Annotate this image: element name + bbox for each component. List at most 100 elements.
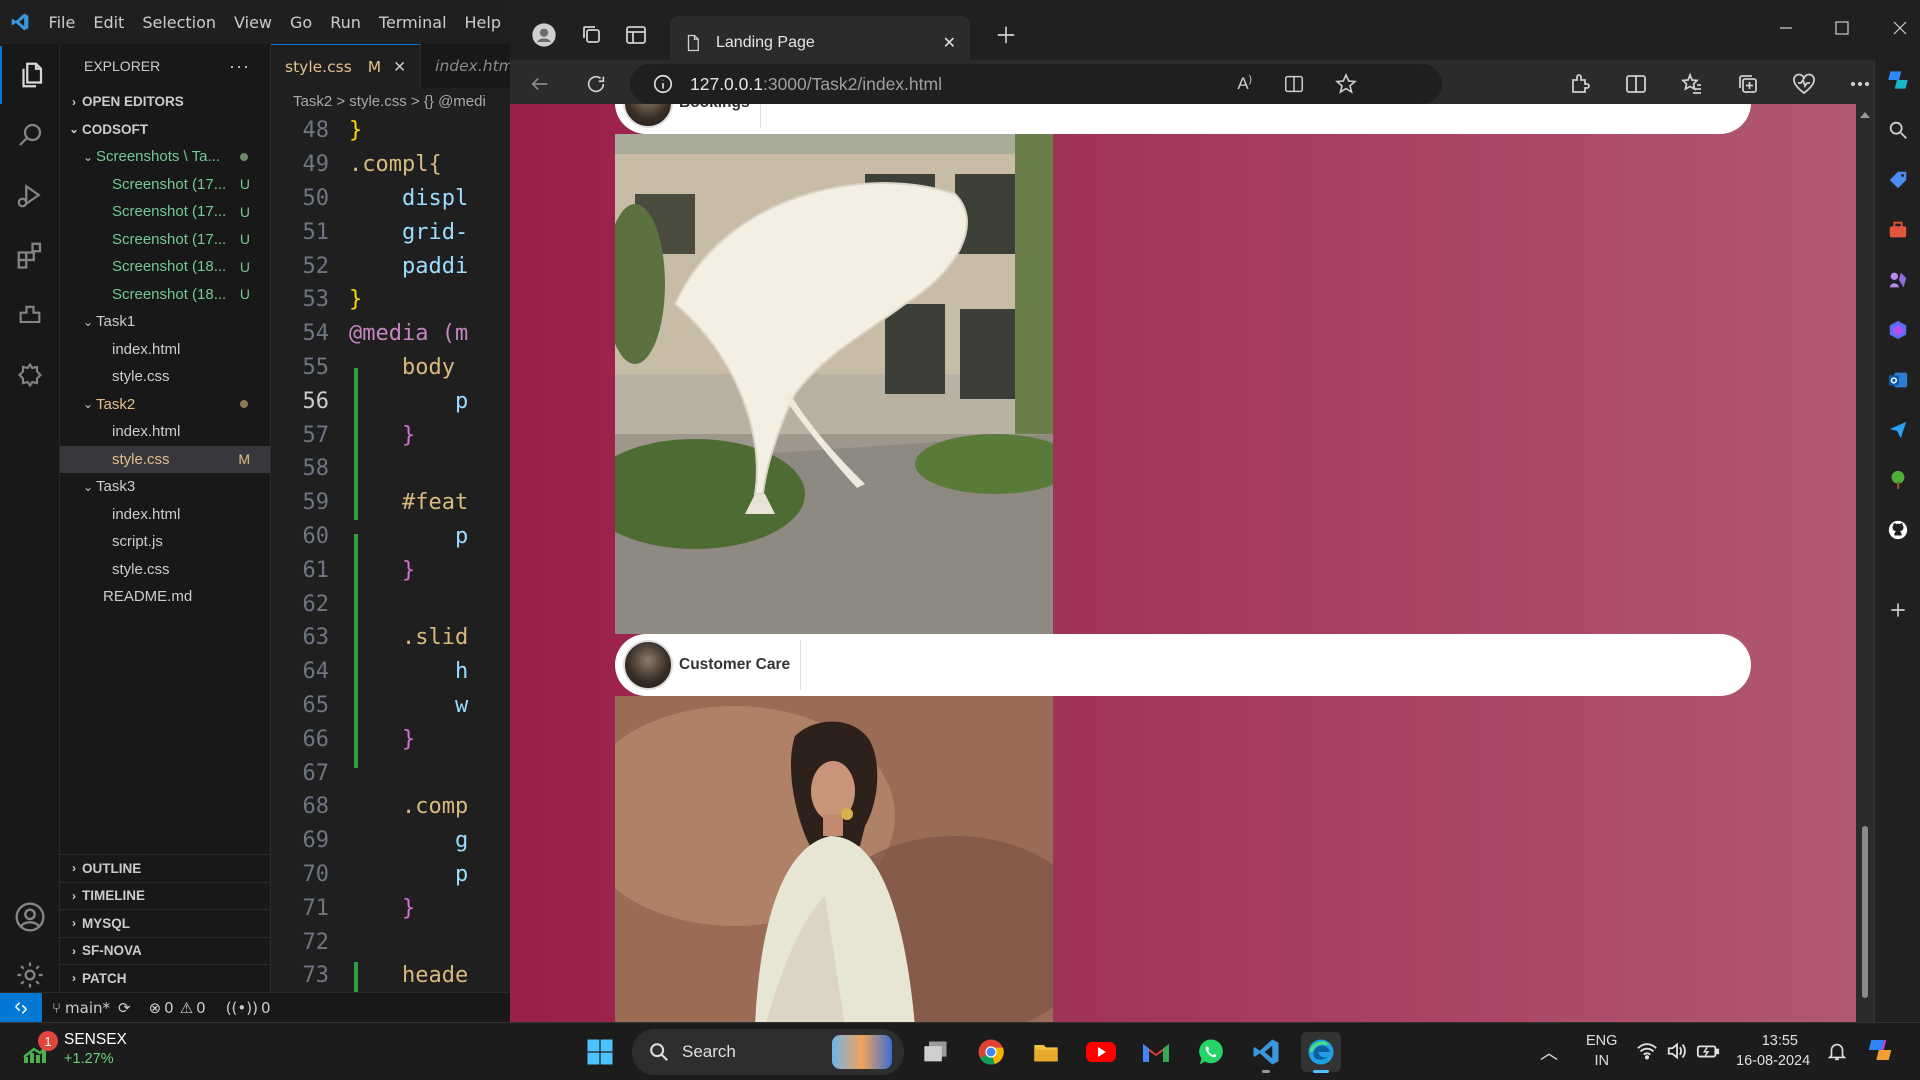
codsoft-root[interactable]: ⌄ CODSOFT <box>60 116 270 144</box>
code-line[interactable]: 73 heade <box>271 959 510 993</box>
scroll-up-arrow-icon[interactable] <box>1860 112 1870 118</box>
code-line[interactable]: 55 body <box>271 351 510 385</box>
menu-edit[interactable]: Edit <box>84 13 133 32</box>
new-tab-icon[interactable] <box>988 17 1024 53</box>
profile-icon[interactable] <box>526 17 562 53</box>
git-branch[interactable]: main* <box>65 999 110 1017</box>
task-view-icon[interactable] <box>916 1032 956 1072</box>
scrollbar-thumb[interactable] <box>1862 826 1868 998</box>
gmail-icon[interactable] <box>1136 1032 1176 1072</box>
code-line[interactable]: 70 p <box>271 858 510 892</box>
code-line[interactable]: 67 <box>271 756 510 790</box>
mysql-section[interactable]: › MYSQL <box>60 910 271 938</box>
extensions-icon[interactable] <box>1562 66 1598 102</box>
tab-style-css[interactable]: style.css M ✕ <box>271 44 422 88</box>
microsoft365-icon[interactable] <box>1884 316 1912 344</box>
menu-selection[interactable]: Selection <box>133 13 225 32</box>
battery-icon[interactable] <box>1696 1041 1720 1066</box>
code-line[interactable]: 52 paddi <box>271 249 510 283</box>
accounts-icon[interactable] <box>0 888 60 946</box>
tree-icon[interactable] <box>1884 466 1912 494</box>
address-bar[interactable]: 127.0.0.1:3000/Task2/index.html A) <box>630 64 1442 104</box>
whatsapp-icon[interactable] <box>1191 1032 1231 1072</box>
menu-file[interactable]: File <box>40 13 85 32</box>
nav-pill-bookings[interactable]: Bookings <box>615 104 1751 134</box>
refresh-icon[interactable] <box>578 66 614 102</box>
outline-section[interactable]: › OUTLINE <box>60 855 271 883</box>
remote-indicator-icon[interactable] <box>0 992 42 1023</box>
copilot-taskbar-icon[interactable] <box>1864 1035 1896 1070</box>
code-line[interactable]: 68 .comp <box>271 790 510 824</box>
code-line[interactable]: 61 } <box>271 553 510 587</box>
open-editors-section[interactable]: › OPEN EDITORS <box>60 88 270 116</box>
timeline-section[interactable]: › TIMELINE <box>60 883 271 910</box>
search-icon[interactable] <box>1884 116 1912 144</box>
copilot-icon[interactable] <box>1884 66 1912 94</box>
file-explorer-icon[interactable] <box>1026 1032 1066 1072</box>
nav-pill-customer-care[interactable]: Customer Care <box>615 634 1751 696</box>
minimize-icon[interactable] <box>1768 10 1804 46</box>
file-task3-style[interactable]: style.css <box>60 556 270 584</box>
remote-explorer-icon[interactable] <box>0 286 60 344</box>
collections-icon[interactable] <box>1730 66 1766 102</box>
clock[interactable]: 13:55 <box>1738 1031 1798 1051</box>
ports-count[interactable]: 0 <box>261 999 271 1017</box>
file-task3-script[interactable]: script.js <box>60 528 270 556</box>
close-icon[interactable]: ✕ <box>393 58 406 76</box>
code-line[interactable]: 65 w <box>271 689 510 723</box>
file-task3-index[interactable]: index.html <box>60 501 270 529</box>
file-screenshot[interactable]: Screenshot (17... U <box>60 171 270 199</box>
code-line[interactable]: 58 <box>271 452 510 486</box>
chevron-up-icon[interactable]: ︿ <box>1540 1039 1558 1065</box>
split-screen-icon[interactable] <box>1618 66 1654 102</box>
code-line[interactable]: 64 h <box>271 655 510 689</box>
stock-chart-icon[interactable]: 1 <box>22 1031 58 1069</box>
wifi-icon[interactable] <box>1636 1041 1658 1066</box>
menu-help[interactable]: Help <box>456 13 510 32</box>
code-line[interactable]: 71 } <box>271 891 510 925</box>
run-debug-icon[interactable] <box>0 166 60 224</box>
file-task1-index[interactable]: index.html <box>60 336 270 364</box>
code-line[interactable]: 63 .slid <box>271 621 510 655</box>
testing-icon[interactable] <box>0 346 60 404</box>
breadcrumb[interactable]: Task2 > style.css > {} @medi <box>271 88 510 114</box>
workspaces-icon[interactable] <box>574 17 610 53</box>
code-line[interactable]: 53} <box>271 283 510 317</box>
folder-task3[interactable]: ⌄ Task3 <box>60 473 270 501</box>
close-tab-icon[interactable]: ✕ <box>943 33 956 53</box>
menu-run[interactable]: Run <box>321 13 370 32</box>
error-count[interactable]: 0 <box>164 999 174 1017</box>
tools-briefcase-icon[interactable] <box>1884 216 1912 244</box>
back-icon[interactable] <box>522 66 558 102</box>
edge-taskbar-icon[interactable] <box>1301 1032 1341 1073</box>
menu-view[interactable]: View <box>225 13 281 32</box>
windows-start-icon[interactable] <box>580 1032 620 1072</box>
code-line[interactable]: 59 #feat <box>271 486 510 520</box>
file-screenshot[interactable]: Screenshot (17... U <box>60 198 270 226</box>
vertical-tabs-icon[interactable] <box>618 17 654 53</box>
code-line[interactable]: 72 <box>271 925 510 959</box>
file-screenshot[interactable]: Screenshot (18... U <box>60 281 270 309</box>
browser-essentials-icon[interactable] <box>1786 66 1822 102</box>
code-line[interactable]: 69 g <box>271 824 510 858</box>
code-line[interactable]: 56 p <box>271 384 510 418</box>
settings-more-icon[interactable] <box>1842 66 1878 102</box>
immersive-reader-icon[interactable] <box>1282 73 1306 95</box>
stock-name[interactable]: SENSEX <box>64 1031 127 1049</box>
outlook-icon[interactable] <box>1884 366 1912 394</box>
code-line[interactable]: 54 @media (m <box>271 317 510 351</box>
notification-bell-icon[interactable] <box>1826 1039 1848 1068</box>
code-editor[interactable]: 48} 49 .compl{50 displ 51 grid- 52 paddi 53} 5… <box>271 114 510 993</box>
code-line[interactable]: 50 displ <box>271 182 510 216</box>
code-line[interactable]: 51 grid- <box>271 215 510 249</box>
github-icon[interactable] <box>1884 516 1912 544</box>
patch-section[interactable]: › PATCH <box>60 965 271 993</box>
sf-nova-section[interactable]: › SF-NOVA <box>60 938 271 965</box>
file-task2-style[interactable]: style.css M <box>60 445 270 473</box>
extensions-icon[interactable] <box>0 226 60 284</box>
shopping-tag-icon[interactable] <box>1884 166 1912 194</box>
language-indicator[interactable]: ENG IN <box>1586 1031 1617 1071</box>
code-line[interactable]: 49 .compl{ <box>271 148 510 182</box>
code-line[interactable]: 57 } <box>271 418 510 452</box>
code-line[interactable]: 66 } <box>271 722 510 756</box>
